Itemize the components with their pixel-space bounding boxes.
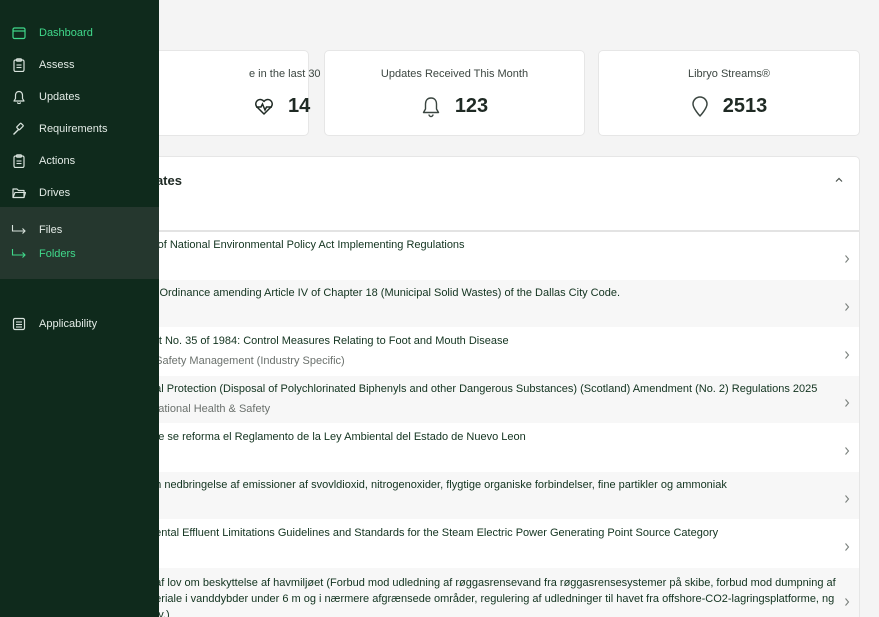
bell-icon <box>12 90 26 105</box>
update-row[interactable]: mental Effluent Limitations Guidelines a… <box>101 520 859 568</box>
update-row[interactable]: om nedbringelse af emissioner af svovldi… <box>101 472 859 520</box>
map-pin-icon <box>691 95 709 118</box>
sidebar-item-label: Files <box>39 224 63 236</box>
update-subtitle: upational Health & Safety <box>146 403 271 415</box>
update-title: g af lov om beskyttelse af havmiljøet (F… <box>146 577 836 617</box>
update-row[interactable]: al of National Environmental Policy Act … <box>101 232 859 280</box>
updates-panel-header[interactable]: dates <box>101 157 859 232</box>
stat-value: 2513 <box>722 95 768 117</box>
update-title: mental Effluent Limitations Guidelines a… <box>146 527 719 539</box>
update-title: que se reforma el Reglamento de la Ley A… <box>146 431 526 443</box>
sidebar-item-files[interactable]: Files <box>0 219 159 241</box>
update-title: ntal Protection (Disposal of Polychlorin… <box>146 383 818 395</box>
stat-value: 14 <box>288 95 311 117</box>
chevron-right-icon[interactable] <box>843 443 851 455</box>
sidebar-item-folders[interactable]: Folders <box>0 243 159 265</box>
updates-panel: dates al of National Environmental Polic… <box>100 156 860 617</box>
update-row[interactable]: ntal Protection (Disposal of Polychlorin… <box>101 376 859 424</box>
update-title: om nedbringelse af emissioner af svovldi… <box>146 479 727 491</box>
sidebar-item-requirements[interactable]: Requirements <box>0 116 159 142</box>
sidebar-item-label: Actions <box>39 155 76 167</box>
sidebar-item-assess[interactable]: Assess <box>0 52 159 78</box>
chevron-right-icon[interactable] <box>843 395 851 407</box>
chevron-right-icon[interactable] <box>843 594 851 606</box>
sidebar-item-dashboard[interactable]: Dashboard <box>0 20 159 46</box>
stat-card-updates: Updates Received This Month 123 <box>324 50 585 136</box>
update-subtitle: d Safety Management (Industry Specific) <box>146 355 345 367</box>
update-title: al of National Environmental Policy Act … <box>146 239 465 251</box>
clipboard-icon <box>12 58 26 73</box>
chevron-right-icon[interactable] <box>843 491 851 503</box>
stat-label: e in the last 30 days <box>249 68 347 80</box>
sidebar-item-label: Dashboard <box>39 27 93 39</box>
sidebar-item-actions[interactable]: Actions <box>0 148 159 174</box>
stat-value: 123 <box>454 95 489 117</box>
chevron-right-icon[interactable] <box>843 347 851 359</box>
sidebar-item-label: Updates <box>39 91 80 103</box>
heartbeat-icon <box>254 98 274 116</box>
chevron-right-icon[interactable] <box>843 539 851 551</box>
update-row[interactable]: g af lov om beskyttelse af havmiljøet (F… <box>101 568 859 617</box>
stat-card-streams: Libryo Streams® 2513 <box>598 50 860 136</box>
stat-label: Updates Received This Month <box>380 68 529 80</box>
gavel-icon <box>12 122 26 136</box>
sidebar-item-updates[interactable]: Updates <box>0 84 159 110</box>
sidebar-item-label: Requirements <box>39 123 108 135</box>
update-row[interactable]: que se reforma el Reglamento de la Ley A… <box>101 424 859 472</box>
sidebar-item-label: Drives <box>39 187 71 199</box>
update-row[interactable]: X; Ordinance amending Article IV of Chap… <box>101 280 859 328</box>
chevron-up-icon[interactable] <box>833 173 845 185</box>
chevron-right-icon[interactable] <box>843 251 851 263</box>
sidebar: Dashboard Assess Updates Requirements Ac… <box>0 0 159 617</box>
sidebar-item-drives[interactable]: Drives <box>0 180 159 206</box>
clipboard-check-icon <box>12 154 26 169</box>
update-title: X; Ordinance amending Article IV of Chap… <box>146 287 621 299</box>
sidebar-item-applicability[interactable]: Applicability <box>0 311 159 337</box>
arrow-turn-icon <box>11 223 27 235</box>
update-row[interactable]: Act No. 35 of 1984: Control Measures Rel… <box>101 328 859 376</box>
drives-submenu: Files Folders <box>0 207 159 279</box>
calendar-icon <box>12 26 26 40</box>
bell-icon <box>421 96 441 118</box>
chevron-right-icon[interactable] <box>843 299 851 311</box>
list-icon <box>12 317 26 331</box>
arrow-turn-icon <box>11 247 27 259</box>
sidebar-item-label: Assess <box>39 59 75 71</box>
sidebar-item-label: Applicability <box>39 318 98 330</box>
update-title: Act No. 35 of 1984: Control Measures Rel… <box>146 335 509 347</box>
stat-label: Libryo Streams® <box>687 68 771 80</box>
folder-icon <box>12 186 27 200</box>
sidebar-item-label: Folders <box>39 248 76 260</box>
